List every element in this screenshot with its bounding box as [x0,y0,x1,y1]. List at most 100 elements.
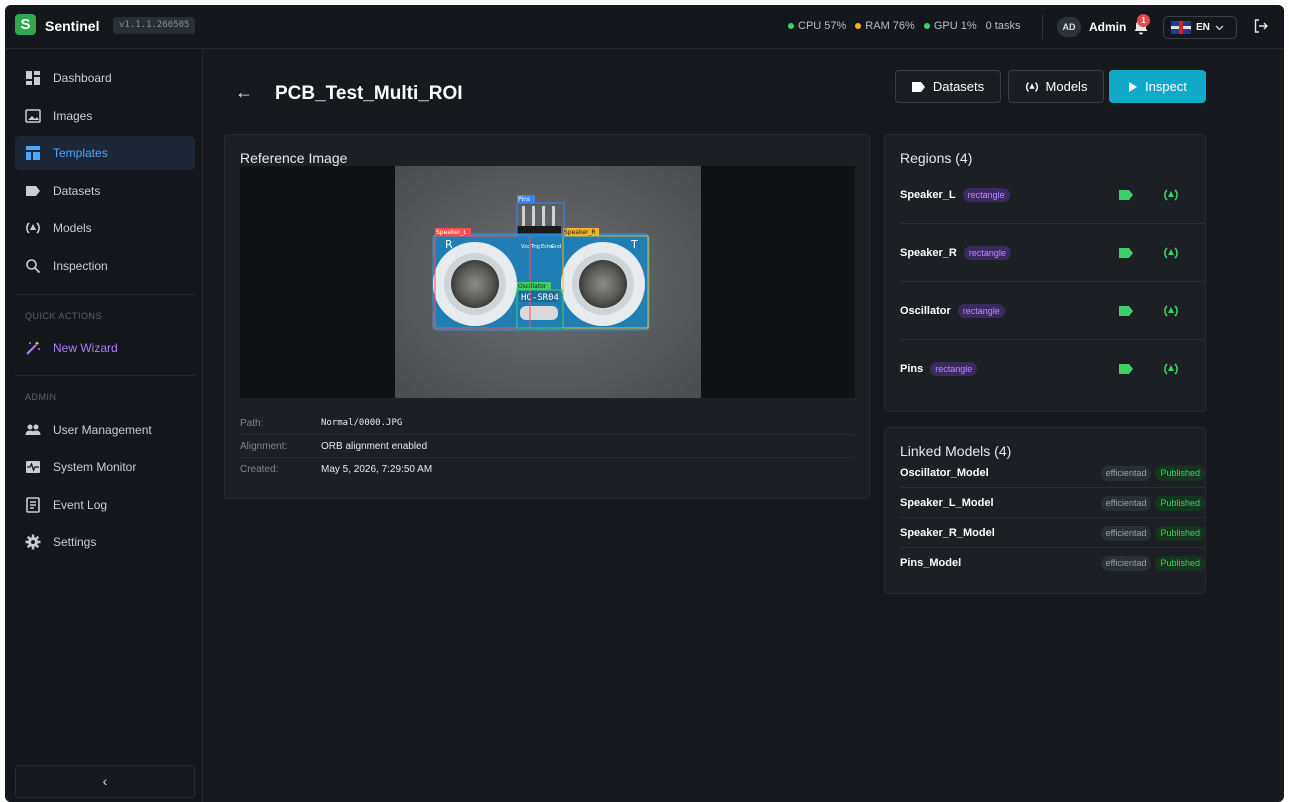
dataset-tag-icon[interactable] [1118,303,1134,319]
sidebar-item-templates[interactable]: Templates [15,136,195,170]
language-code: EN [1196,22,1210,33]
architecture-badge: efficientad [1100,556,1152,571]
admin-label: ADMIN [25,392,57,402]
templates-icon [26,146,40,160]
model-icon[interactable] [1163,187,1179,203]
gpu-stat: GPU 1% [923,20,977,32]
board-mark-right: T [630,238,638,251]
sidebar-item-system-monitor[interactable]: System Monitor [15,450,195,484]
uk-flag-icon [1171,21,1191,34]
region-name: Oscillator [900,304,951,317]
dataset-tag-icon [911,81,925,92]
architecture-badge: efficientad [1100,496,1152,511]
app-logo[interactable]: S [15,14,36,35]
region-row-speaker-l[interactable]: Speaker_L rectangle [900,166,1205,224]
model-icon[interactable] [1163,245,1179,261]
pin-label: Trig [530,244,540,250]
notification-badge: 1 [1137,14,1150,27]
model-name: Oscillator_Model [900,466,989,479]
roi-oscillator-label: Oscillator [518,283,547,290]
datasets-button[interactable]: Datasets [895,70,1001,103]
sidebar-divider [15,294,195,295]
back-button[interactable]: ← [235,82,253,103]
model-row-pins[interactable]: Pins_Model efficientad Published [900,548,1205,578]
region-name: Pins [900,363,924,375]
cpu-stat: CPU 57% [788,20,846,32]
inspect-button-label: Inspect [1145,79,1187,94]
meta-key: Path: [240,417,264,429]
roi-pins-label: Pins [518,196,530,203]
region-row-pins[interactable]: Pins rectangle [900,340,1205,398]
status-badge: Published [1155,526,1205,541]
model-icon[interactable] [1163,361,1179,377]
reference-image-title: Reference Image [240,150,348,166]
sidebar-item-datasets[interactable]: Datasets [15,174,195,208]
brand-name: Sentinel [45,18,100,34]
topbar-divider [1042,15,1043,39]
ram-stat: RAM 76% [855,20,915,32]
sidebar-item-models[interactable]: Models [15,211,195,245]
sidebar-item-label: User Management [53,423,152,437]
shape-badge: rectangle [930,362,978,376]
roi-speaker-l-label: Speaker_L [436,229,467,236]
version-badge: v1.1.1.260505 [113,17,196,34]
magic-wand-icon [26,341,40,355]
model-row-speaker-r[interactable]: Speaker_R_Model efficientad Published [900,518,1205,548]
model-row-speaker-l[interactable]: Speaker_L_Model efficientad Published [900,488,1205,518]
model-name: Speaker_R_Model [900,526,995,539]
gpu-status-dot [923,23,930,29]
status-badge: Published [1155,496,1205,511]
region-name: Speaker_L [900,188,956,201]
meta-value: ORB alignment enabled [321,440,428,452]
region-row-speaker-r[interactable]: Speaker_R rectangle [900,224,1205,282]
dataset-tag-icon[interactable] [1118,245,1134,261]
sidebar-item-dashboard[interactable]: Dashboard [15,61,195,95]
architecture-badge: efficientad [1100,466,1152,481]
collapse-sidebar-button[interactable]: ‹ [15,765,195,798]
region-row-oscillator[interactable]: Oscillator rectangle [900,282,1205,340]
sidebar-item-label: Event Log [53,498,108,512]
dataset-tag-icon[interactable] [1118,361,1134,377]
cpu-status-dot [788,23,794,29]
shape-badge: rectangle [963,245,1011,260]
sidebar-item-label: New Wizard [53,341,118,355]
image-icon [25,109,41,123]
inspect-button[interactable]: Inspect [1109,70,1206,103]
models-button-label: Models [1045,79,1088,94]
board-mark-left: R [445,238,453,251]
gpu-stat-label: GPU 1% [933,20,977,32]
tasks-stat[interactable]: 0 tasks [986,20,1021,32]
model-icon [1025,81,1038,92]
dataset-tag-icon[interactable] [1118,187,1134,203]
system-stats: CPU 57% RAM 76% GPU 1% 0 tasks [788,20,1020,32]
model-icon[interactable] [1163,303,1179,319]
dashboard-icon [26,71,40,85]
region-name: Speaker_R [900,246,957,259]
ram-stat-label: RAM 76% [865,20,915,32]
model-tags: efficientad Published [1100,496,1205,511]
model-row-oscillator[interactable]: Oscillator_Model efficientad Published [900,458,1205,488]
pin-label: Gnd [551,244,561,250]
sidebar-item-images[interactable]: Images [15,99,195,133]
logout-icon[interactable] [1253,18,1269,34]
models-button[interactable]: Models [1008,70,1104,103]
meta-row-created: Created: May 5, 2026, 7:29:50 AM [240,458,855,481]
sidebar-item-label: Datasets [53,184,101,198]
sidebar-item-new-wizard[interactable]: New Wizard [15,331,195,365]
avatar[interactable]: AD [1057,17,1081,37]
model-name: Pins_Model [900,557,962,569]
architecture-badge: efficientad [1100,526,1152,541]
sidebar-item-inspection[interactable]: Inspection [15,249,195,283]
regions-title: Regions (4) [900,150,973,166]
sidebar-item-label: Dashboard [53,71,112,85]
language-selector[interactable]: EN [1163,16,1237,39]
meta-value: Normal/0000.JPG [321,418,403,428]
model-name: Speaker_L_Model [900,496,994,509]
sidebar-item-settings[interactable]: Settings [15,525,195,559]
user-name[interactable]: Admin [1089,20,1126,34]
sidebar-item-user-management[interactable]: User Management [15,413,195,447]
roi-speaker-r-label: Speaker_R [564,229,596,236]
meta-row-alignment: Alignment: ORB alignment enabled [240,435,855,458]
sidebar-item-event-log[interactable]: Event Log [15,488,195,522]
model-icon [26,222,40,234]
